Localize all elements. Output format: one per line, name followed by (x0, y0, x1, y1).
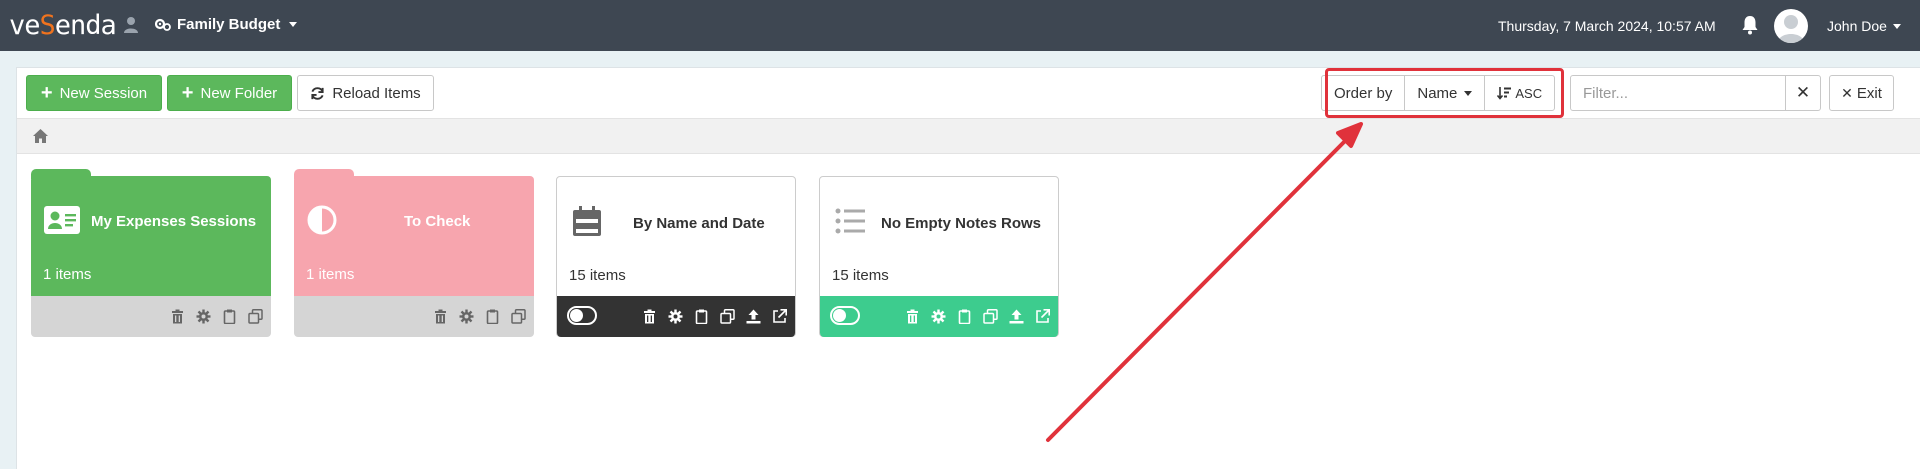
active-toggle[interactable] (567, 306, 597, 325)
chevron-down-icon (289, 22, 298, 27)
id-card-icon (44, 206, 80, 234)
tile-title: By Name and Date (633, 215, 765, 232)
gear-icon[interactable] (931, 309, 946, 324)
gear-icon[interactable] (196, 309, 211, 324)
tile-count: 15 items (569, 267, 626, 284)
new-session-button[interactable]: + New Session (26, 75, 162, 111)
avatar[interactable] (1774, 9, 1808, 43)
tile-count: 15 items (832, 267, 889, 284)
project-name: Family Budget (177, 16, 281, 33)
copy-icon[interactable] (720, 309, 735, 324)
copy-icon[interactable] (511, 309, 526, 324)
folder-tile[interactable]: To Check 1 items (294, 169, 534, 337)
tile-actions (31, 296, 271, 337)
adjust-icon (307, 205, 337, 235)
copy-icon[interactable] (248, 309, 263, 324)
session-tile[interactable]: No Empty Notes Rows 15 items (819, 176, 1059, 337)
reload-items-button[interactable]: Reload Items (297, 75, 434, 111)
close-icon: ✕ (1841, 84, 1853, 101)
top-navbar: veSenda Family Budget Thursday, 7 March … (0, 0, 1920, 51)
breadcrumb (17, 118, 1920, 154)
upload-icon[interactable] (746, 309, 761, 324)
session-tile[interactable]: By Name and Date 15 items (556, 176, 796, 337)
chevron-down-icon (1892, 23, 1901, 29)
order-by-highlight (1325, 68, 1564, 118)
user-avatar-icon (1778, 15, 1804, 43)
folder-tile[interactable]: My Expenses Sessions 1 items (31, 169, 271, 337)
tile-actions (820, 296, 1058, 337)
gear-icon[interactable] (459, 309, 474, 324)
list-icon (835, 208, 865, 234)
upload-icon[interactable] (1009, 309, 1024, 324)
clear-filter-button[interactable]: ✕ (1785, 75, 1821, 111)
bell-icon[interactable] (1741, 15, 1759, 35)
trash-icon[interactable] (905, 309, 920, 324)
home-icon[interactable] (32, 128, 49, 144)
new-folder-button[interactable]: + New Folder (167, 75, 292, 111)
clipboard-icon[interactable] (957, 309, 972, 324)
plus-icon: + (181, 82, 194, 104)
close-icon: ✕ (1795, 83, 1811, 102)
trash-icon[interactable] (433, 309, 448, 324)
project-dropdown[interactable]: Family Budget (155, 16, 298, 33)
clipboard-icon[interactable] (485, 309, 500, 324)
copy-icon[interactable] (983, 309, 998, 324)
clipboard-icon[interactable] (694, 309, 709, 324)
user-icon[interactable] (123, 16, 139, 34)
filter-input[interactable] (1570, 75, 1786, 111)
exit-button[interactable]: ✕ Exit (1829, 75, 1894, 111)
tile-title: To Check (404, 213, 471, 230)
calendar-icon (573, 206, 601, 236)
clipboard-icon[interactable] (222, 309, 237, 324)
cogs-icon (155, 18, 171, 31)
user-menu[interactable]: John Doe (1827, 18, 1901, 34)
tile-title: No Empty Notes Rows (881, 215, 1042, 232)
trash-icon[interactable] (170, 309, 185, 324)
gear-icon[interactable] (668, 309, 683, 324)
tile-count: 1 items (306, 266, 355, 283)
external-link-icon[interactable] (772, 309, 787, 324)
user-name: John Doe (1827, 18, 1887, 34)
plus-icon: + (40, 82, 53, 104)
tile-actions (294, 296, 534, 337)
vesenda-logo[interactable]: veSenda (9, 12, 117, 39)
external-link-icon[interactable] (1035, 309, 1050, 324)
tile-count: 1 items (43, 266, 92, 283)
tile-title: My Expenses Sessions (91, 213, 257, 230)
active-toggle[interactable] (830, 306, 860, 325)
trash-icon[interactable] (642, 309, 657, 324)
tile-actions (557, 296, 795, 337)
current-datetime: Thursday, 7 March 2024, 10:57 AM (1498, 18, 1716, 34)
refresh-icon (311, 86, 324, 100)
